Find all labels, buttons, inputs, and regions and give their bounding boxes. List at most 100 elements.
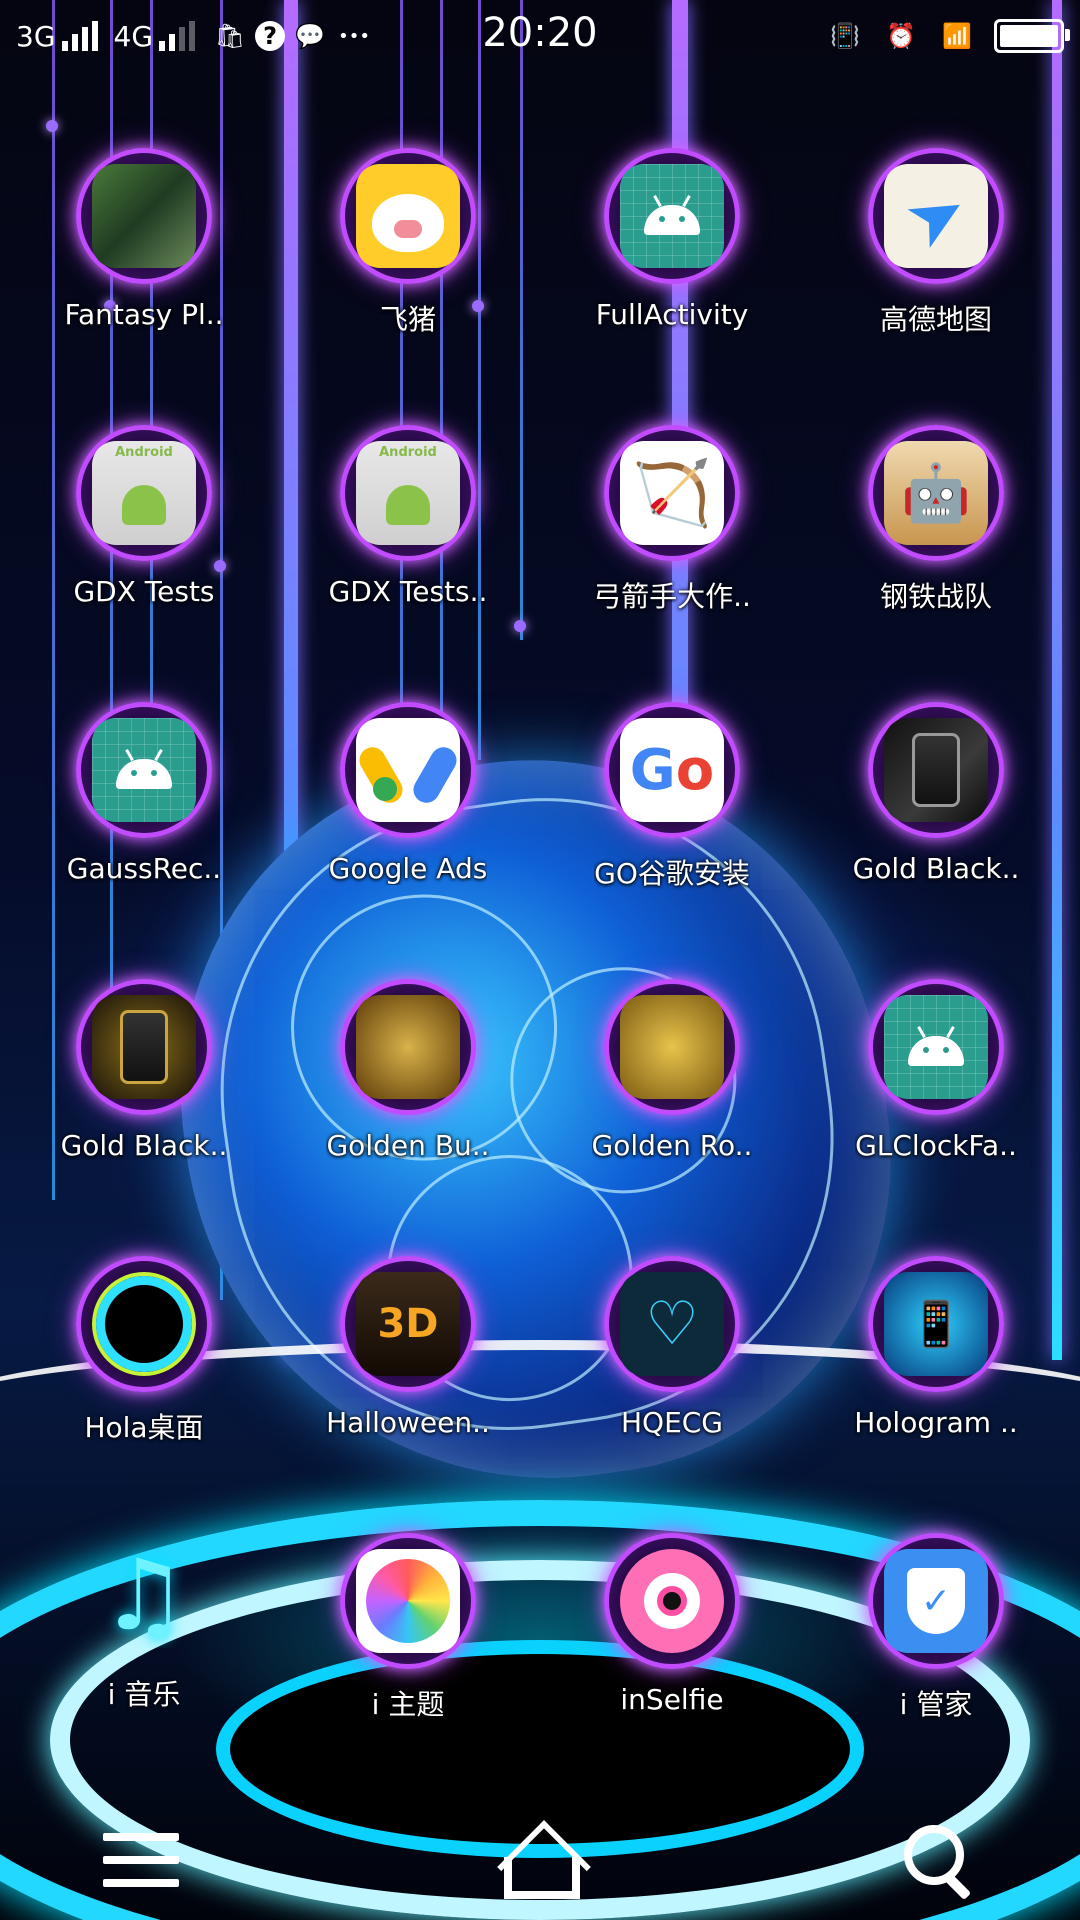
app-label: GDX Tests..	[328, 575, 488, 608]
android-icon	[620, 164, 724, 268]
security-shield-icon: ✓	[884, 1549, 988, 1653]
app-halloween[interactable]: 3D Halloween..	[276, 1256, 540, 1439]
app-gaode-map[interactable]: ➤ 高德地图	[804, 148, 1068, 338]
vibrate-icon: 📳	[830, 22, 860, 50]
golden-butterfly-icon	[356, 995, 460, 1099]
dock-app-inselfie[interactable]: inSelfie	[540, 1533, 804, 1716]
status-bar-left: 3G 4G 🛍 ? 💬 •••	[16, 14, 373, 58]
app-feizhu[interactable]: 飞猪	[276, 148, 540, 338]
home-icon	[492, 1825, 588, 1899]
app-fantasy[interactable]: Fantasy Pl..	[12, 148, 276, 331]
app-label: i 音乐	[107, 1678, 181, 1711]
android-icon	[884, 995, 988, 1099]
hola-launcher-icon	[92, 1272, 196, 1376]
chat-bubble-icon: 💬	[295, 22, 325, 50]
app-label: Gold Black..	[852, 852, 1020, 885]
menu-icon	[103, 1833, 179, 1887]
search-button[interactable]	[884, 1820, 994, 1900]
alarm-clock-icon: ⏰	[886, 22, 916, 50]
dock-app-guard[interactable]: ✓ i 管家	[804, 1533, 1068, 1723]
app-gdx-tests-2[interactable]: Android GDX Tests..	[276, 425, 540, 608]
android-icon	[92, 718, 196, 822]
wallpaper-node	[514, 620, 526, 632]
feizhu-pig-icon	[356, 164, 460, 268]
app-steel-squad[interactable]: 🤖 钢铁战队	[804, 425, 1068, 615]
gold-black-theme-icon	[884, 718, 988, 822]
gold-black-theme-icon	[92, 995, 196, 1099]
question-icon: ?	[255, 21, 286, 51]
app-label: Google Ads	[328, 852, 488, 885]
music-note-icon: ♫	[100, 1544, 188, 1648]
app-hola-launcher[interactable]: Hola桌面	[12, 1256, 276, 1446]
app-hologram[interactable]: 📱 Hologram ..	[804, 1256, 1068, 1439]
hologram-theme-icon: 📱	[884, 1272, 988, 1376]
network-type-1: 3G	[16, 19, 56, 53]
app-label: FullActivity	[595, 298, 749, 331]
app-glclockface[interactable]: GLClockFa..	[804, 979, 1068, 1162]
wallpaper-circuit-trace	[478, 0, 481, 760]
app-label: 钢铁战队	[879, 580, 992, 613]
app-label: GDX Tests	[73, 575, 215, 608]
app-label: HQECG	[620, 1406, 724, 1439]
gdx-android-icon: Android	[92, 441, 196, 545]
battery-fill	[1000, 25, 1058, 47]
app-gold-black-2[interactable]: Gold Black..	[12, 979, 276, 1162]
app-label: 高德地图	[879, 303, 992, 336]
app-archer[interactable]: 🏹 弓箭手大作..	[540, 425, 804, 615]
steel-squad-icon: 🤖	[884, 441, 988, 545]
fantasy-theme-icon	[92, 164, 196, 268]
app-label: GLClockFa..	[855, 1129, 1017, 1162]
app-label: Golden Bu..	[326, 1129, 490, 1162]
google-ads-icon	[356, 718, 460, 822]
app-label: Gold Black..	[60, 1129, 228, 1162]
app-label: GaussRec..	[66, 852, 222, 885]
app-label: Hola桌面	[84, 1411, 204, 1444]
app-label: i 管家	[899, 1688, 973, 1721]
selfie-camera-icon	[620, 1549, 724, 1653]
menu-button[interactable]	[86, 1820, 196, 1900]
app-gold-black[interactable]: Gold Black..	[804, 702, 1068, 885]
gdx-android-icon: Android	[356, 441, 460, 545]
status-bar-right: 📳 ⏰ 📶	[826, 14, 1070, 58]
wifi-icon: 📶	[942, 22, 972, 50]
app-golden-rose[interactable]: Golden Ro..	[540, 979, 804, 1162]
network-type-2: 4G	[113, 19, 154, 53]
navigation-bar	[0, 1800, 1080, 1920]
app-label: 飞猪	[379, 303, 436, 336]
app-label: i 主题	[371, 1688, 445, 1721]
signal-bars-icon	[159, 21, 196, 51]
app-gdx-tests[interactable]: Android GDX Tests	[12, 425, 276, 608]
wallpaper-node	[46, 120, 58, 132]
status-bar: 3G 4G 🛍 ? 💬 ••• 20:20 📳 ⏰ 📶	[0, 0, 1080, 72]
shopping-bag-icon: 🛍	[214, 22, 246, 50]
dock-app-music[interactable]: ♫ i 音乐	[12, 1533, 276, 1713]
golden-rose-icon	[620, 995, 724, 1099]
app-google-go-installer[interactable]: Go GO谷歌安装	[540, 702, 804, 892]
app-label: inSelfie	[620, 1683, 724, 1716]
app-label: Fantasy Pl..	[64, 298, 224, 331]
app-fullactivity[interactable]: FullActivity	[540, 148, 804, 331]
more-dots-icon: •••	[338, 25, 370, 47]
theme-pinwheel-icon	[356, 1549, 460, 1653]
search-icon	[904, 1825, 974, 1895]
app-label: 弓箭手大作..	[593, 580, 751, 613]
app-golden-butterfly[interactable]: Golden Bu..	[276, 979, 540, 1162]
battery-icon	[994, 19, 1070, 53]
heart-ecg-icon: ♡	[620, 1272, 724, 1376]
home-button[interactable]	[485, 1820, 595, 1900]
app-hqecg[interactable]: ♡ HQECG	[540, 1256, 804, 1439]
dock-app-theme[interactable]: i 主题	[276, 1533, 540, 1723]
wallpaper-circuit-trace	[150, 0, 153, 820]
app-label: Golden Ro..	[591, 1129, 753, 1162]
gaode-map-icon: ➤	[884, 164, 988, 268]
signal-bars-icon	[61, 21, 98, 51]
app-label: Hologram ..	[854, 1406, 1018, 1439]
app-label: GO谷歌安装	[594, 857, 750, 890]
halloween-theme-icon: 3D	[356, 1272, 460, 1376]
bow-arrow-icon: 🏹	[620, 441, 724, 545]
app-gaussrec[interactable]: GaussRec..	[12, 702, 276, 885]
google-go-icon: Go	[620, 718, 724, 822]
clock: 20:20	[482, 10, 598, 56]
app-label: Halloween..	[326, 1406, 490, 1439]
app-google-ads[interactable]: Google Ads	[276, 702, 540, 885]
